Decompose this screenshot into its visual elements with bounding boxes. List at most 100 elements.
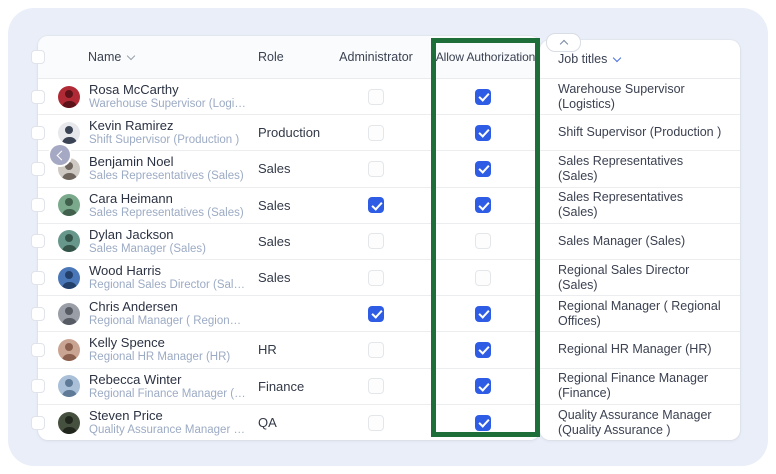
user-subtitle: Sales Representatives (Sales)	[89, 206, 244, 220]
user-subtitle: Regional HR Manager (HR)	[89, 350, 230, 364]
user-name: Dylan Jackson	[89, 227, 206, 242]
job-title-cell: Shift Supervisor (Production )	[540, 115, 740, 151]
user-name: Steven Price	[89, 408, 247, 423]
user-role: Production	[258, 125, 320, 140]
row-select-checkbox[interactable]	[31, 271, 45, 285]
user-cell: Chris Andersen Regional Manager ( Region…	[89, 299, 247, 328]
row-select-checkbox[interactable]	[31, 307, 45, 321]
allow-authorization-checkbox[interactable]	[475, 378, 491, 394]
chevron-down-icon[interactable]	[613, 53, 621, 61]
row-select-checkbox[interactable]	[31, 343, 45, 357]
user-name: Rosa McCarthy	[89, 82, 247, 97]
user-name: Cara Heimann	[89, 191, 244, 206]
column-header-name-label: Name	[88, 50, 121, 64]
job-title-text: Sales Representatives (Sales)	[558, 190, 726, 220]
allow-authorization-checkbox[interactable]	[475, 415, 491, 431]
job-title-cell: Sales Representatives (Sales)	[540, 188, 740, 224]
administrator-checkbox[interactable]	[368, 89, 384, 105]
table-row: Rosa McCarthy Warehouse Supervisor (Logi…	[38, 79, 540, 115]
allow-authorization-checkbox[interactable]	[475, 125, 491, 141]
avatar	[58, 267, 80, 289]
job-title-cell: Regional Sales Director (Sales)	[540, 260, 740, 296]
job-title-text: Quality Assurance Manager (Quality Assur…	[558, 408, 726, 438]
user-cell: Dylan Jackson Sales Manager (Sales)	[89, 227, 206, 256]
user-cell: Rebecca Winter Regional Finance Manager …	[89, 372, 247, 401]
table-row: Wood Harris Regional Sales Director (Sal…	[38, 260, 540, 296]
administrator-checkbox[interactable]	[368, 415, 384, 431]
row-select-checkbox[interactable]	[31, 416, 45, 430]
user-subtitle: Sales Representatives (Sales)	[89, 169, 244, 183]
allow-authorization-checkbox[interactable]	[475, 161, 491, 177]
users-table: Name Role Administrator Allow Authorizat…	[38, 36, 540, 440]
column-header-administrator-label: Administrator	[339, 50, 413, 64]
user-subtitle: Regional Manager ( Regional Offices)	[89, 314, 247, 328]
user-role: Sales	[258, 234, 291, 249]
administrator-checkbox[interactable]	[368, 378, 384, 394]
job-title-text: Regional Manager ( Regional Offices)	[558, 299, 726, 329]
table-row: Dylan Jackson Sales Manager (Sales) Sale…	[38, 224, 540, 260]
column-header-job-titles-label: Job titles	[558, 52, 607, 66]
avatar	[58, 230, 80, 252]
table-row: Steven Price Quality Assurance Manager (…	[38, 405, 540, 441]
chevron-down-icon[interactable]	[127, 51, 135, 59]
user-role: Sales	[258, 161, 291, 176]
column-header-role-label: Role	[258, 50, 284, 64]
job-title-text: Sales Representatives (Sales)	[558, 154, 726, 184]
table-row: Rebecca Winter Regional Finance Manager …	[38, 369, 540, 405]
row-select-checkbox[interactable]	[31, 162, 45, 176]
avatar	[58, 339, 80, 361]
collapse-panel-button[interactable]	[546, 33, 581, 52]
user-subtitle: Sales Manager (Sales)	[89, 242, 206, 256]
row-select-checkbox[interactable]	[31, 90, 45, 104]
user-role: QA	[258, 415, 277, 430]
job-titles-panel: Job titles Warehouse Supervisor (Logisti…	[540, 40, 740, 440]
table-row: Cara Heimann Sales Representatives (Sale…	[38, 188, 540, 224]
column-header-role: Role	[258, 36, 284, 78]
allow-authorization-checkbox[interactable]	[475, 89, 491, 105]
job-title-cell: Warehouse Supervisor (Logistics)	[540, 79, 740, 115]
job-title-text: Regional HR Manager (HR)	[558, 342, 712, 357]
chevron-left-icon	[56, 150, 66, 160]
back-button[interactable]	[50, 145, 70, 165]
user-cell: Rosa McCarthy Warehouse Supervisor (Logi…	[89, 82, 247, 111]
job-title-text: Warehouse Supervisor (Logistics)	[558, 82, 726, 112]
row-select-checkbox[interactable]	[31, 379, 45, 393]
administrator-checkbox[interactable]	[368, 197, 384, 213]
allow-authorization-checkbox[interactable]	[475, 233, 491, 249]
administrator-checkbox[interactable]	[368, 233, 384, 249]
select-all-checkbox[interactable]	[31, 50, 45, 64]
row-select-checkbox[interactable]	[31, 198, 45, 212]
user-subtitle: Shift Supervisor (Production )	[89, 133, 239, 147]
table-row: Benjamin Noel Sales Representatives (Sal…	[38, 151, 540, 187]
administrator-checkbox[interactable]	[368, 270, 384, 286]
allow-authorization-checkbox[interactable]	[475, 342, 491, 358]
allow-authorization-checkbox[interactable]	[475, 306, 491, 322]
job-title-cell: Quality Assurance Manager (Quality Assur…	[540, 405, 740, 441]
user-name: Benjamin Noel	[89, 154, 244, 169]
allow-authorization-checkbox[interactable]	[475, 270, 491, 286]
job-title-text: Regional Sales Director (Sales)	[558, 263, 726, 293]
column-header-name[interactable]: Name	[88, 36, 134, 78]
column-header-allow-authorization: Allow Authorization	[431, 36, 540, 78]
table-header-row: Name Role Administrator Allow Authorizat…	[38, 36, 540, 79]
allow-authorization-checkbox[interactable]	[475, 197, 491, 213]
administrator-checkbox[interactable]	[368, 342, 384, 358]
row-select-checkbox[interactable]	[31, 126, 45, 140]
administrator-checkbox[interactable]	[368, 125, 384, 141]
user-role: Sales	[258, 198, 291, 213]
user-role: Finance	[258, 379, 304, 394]
avatar	[58, 303, 80, 325]
avatar	[58, 86, 80, 108]
user-role: Sales	[258, 270, 291, 285]
user-name: Kelly Spence	[89, 335, 230, 350]
administrator-checkbox[interactable]	[368, 306, 384, 322]
user-cell: Kevin Ramirez Shift Supervisor (Producti…	[89, 118, 239, 147]
user-cell: Kelly Spence Regional HR Manager (HR)	[89, 335, 230, 364]
user-name: Kevin Ramirez	[89, 118, 239, 133]
user-cell: Cara Heimann Sales Representatives (Sale…	[89, 191, 244, 220]
avatar	[58, 375, 80, 397]
row-select-checkbox[interactable]	[31, 234, 45, 248]
administrator-checkbox[interactable]	[368, 161, 384, 177]
table-row: Chris Andersen Regional Manager ( Region…	[38, 296, 540, 332]
user-cell: Wood Harris Regional Sales Director (Sal…	[89, 263, 247, 292]
